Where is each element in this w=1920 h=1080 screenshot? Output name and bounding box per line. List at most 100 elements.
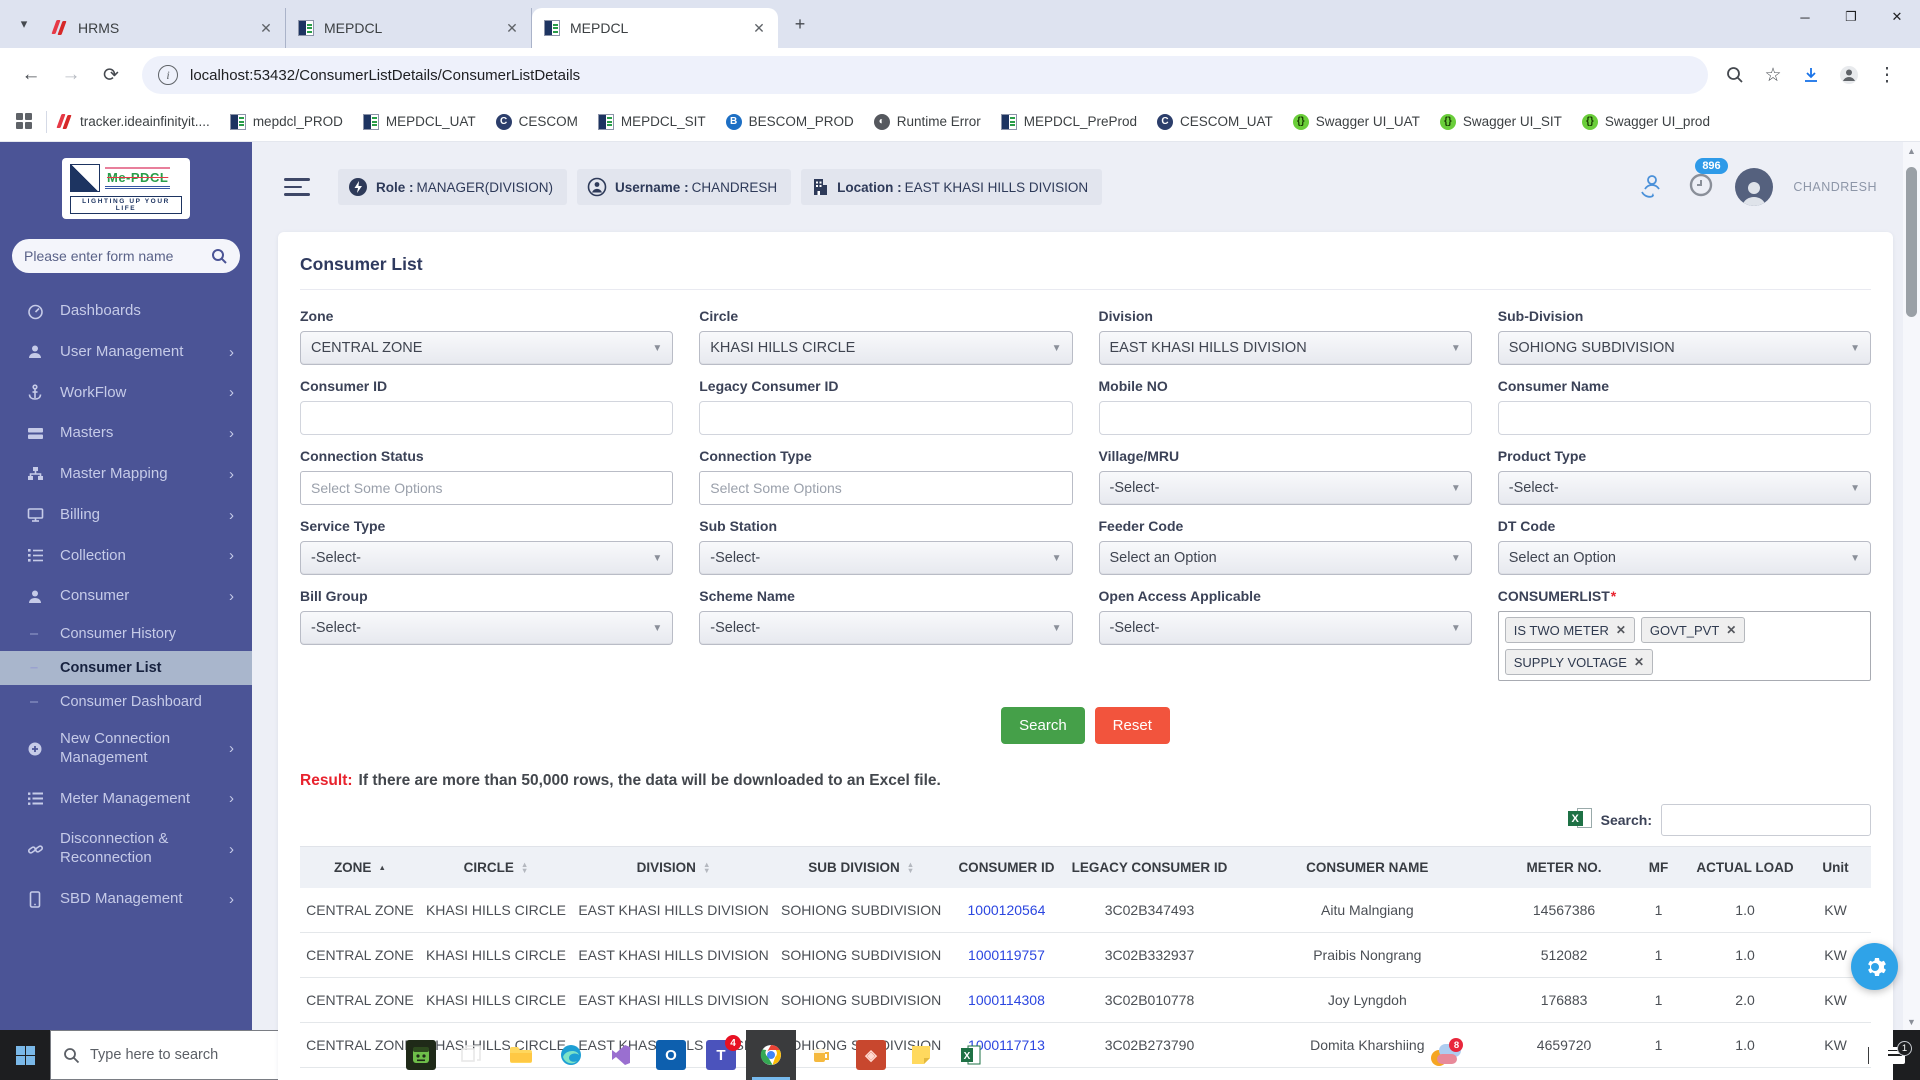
consumer-id-link[interactable]: 1000119757 xyxy=(947,933,1065,978)
sidebar-item-meter-management[interactable]: Meter Management› xyxy=(0,779,252,820)
scroll-up-icon[interactable]: ▲ xyxy=(1903,142,1920,159)
consumer-id-input[interactable] xyxy=(300,401,673,435)
tab-search-chevron-icon[interactable]: ▾ xyxy=(8,8,40,40)
close-window-button[interactable]: ✕ xyxy=(1874,0,1920,34)
teams-button[interactable]: T4 xyxy=(696,1030,746,1080)
zoom-icon[interactable] xyxy=(1718,58,1752,92)
bookmark-item[interactable]: MEPDCL_UAT xyxy=(363,114,476,130)
col-meter-no[interactable]: METER NO. xyxy=(1501,847,1627,889)
bookmark-item[interactable]: CCESCOM xyxy=(496,114,578,130)
sidebar-item-master-mapping[interactable]: Master Mapping› xyxy=(0,454,252,495)
sub-division-select[interactable]: SOHIONG SUBDIVISION▼ xyxy=(1498,331,1871,365)
file-explorer-button[interactable] xyxy=(496,1030,546,1080)
tab-hrms[interactable]: HRMS ✕ xyxy=(40,8,286,48)
col-sub-division[interactable]: SUB DIVISION▲▼ xyxy=(775,847,948,889)
bookmark-item[interactable]: {}Swagger UI_SIT xyxy=(1440,114,1562,130)
sidebar-item-consumer[interactable]: Consumer› xyxy=(0,576,252,617)
sidebar-item-billing[interactable]: Billing› xyxy=(0,495,252,536)
weather-widget[interactable]: 8 24°C Partly cloudy xyxy=(1419,1042,1606,1068)
open-access-select[interactable]: -Select-▼ xyxy=(1099,611,1472,645)
table-search-input[interactable] xyxy=(1661,804,1871,836)
zone-select[interactable]: CENTRAL ZONE▼ xyxy=(300,331,673,365)
scroll-down-icon[interactable]: ▼ xyxy=(1903,1013,1920,1030)
bookmark-item[interactable]: MEPDCL_PreProd xyxy=(1001,114,1137,130)
col-mf[interactable]: MF xyxy=(1627,847,1690,889)
start-button[interactable] xyxy=(0,1030,50,1080)
bill-group-select[interactable]: -Select-▼ xyxy=(300,611,673,645)
forward-icon[interactable]: → xyxy=(54,58,88,92)
remove-tag-icon[interactable]: ✕ xyxy=(1634,655,1644,669)
session-timer[interactable]: 896 xyxy=(1687,171,1715,204)
legacy-consumer-id-input[interactable] xyxy=(699,401,1072,435)
search-button[interactable]: Search xyxy=(1001,707,1085,744)
taskbar-app-amber[interactable] xyxy=(796,1030,846,1080)
scheme-name-select[interactable]: -Select-▼ xyxy=(699,611,1072,645)
dt-code-select[interactable]: Select an Option▼ xyxy=(1498,541,1871,575)
bookmark-item[interactable]: ◐Runtime Error xyxy=(874,114,981,130)
taskbar-app-assistant[interactable] xyxy=(396,1030,446,1080)
sub-station-select[interactable]: -Select-▼ xyxy=(699,541,1072,575)
bookmark-item[interactable]: CCESCOM_UAT xyxy=(1157,114,1273,130)
reset-button[interactable]: Reset xyxy=(1095,707,1170,744)
bookmark-item[interactable]: {}Swagger UI_prod xyxy=(1582,114,1710,130)
sidebar-item-workflow[interactable]: WorkFlow› xyxy=(0,373,252,414)
col-legacy-consumer-id[interactable]: LEGACY CONSUMER ID xyxy=(1065,847,1233,889)
form-name-search-input[interactable] xyxy=(24,248,211,264)
col-unit[interactable]: Unit xyxy=(1800,847,1871,889)
download-icon[interactable] xyxy=(1794,58,1828,92)
scrollbar-thumb[interactable] xyxy=(1906,167,1917,317)
sidebar-item-consumer-list[interactable]: –Consumer List xyxy=(0,651,252,685)
consumerlist-multiselect[interactable]: IS TWO METER✕ GOVT_PVT✕ SUPPLY VOLTAGE✕ xyxy=(1498,611,1871,681)
task-view-button[interactable] xyxy=(446,1030,496,1080)
visual-studio-button[interactable] xyxy=(596,1030,646,1080)
bookmark-item[interactable]: {}Swagger UI_UAT xyxy=(1293,114,1420,130)
product-type-select[interactable]: -Select-▼ xyxy=(1498,471,1871,505)
col-division[interactable]: DIVISION▲▼ xyxy=(572,847,775,889)
consumer-id-link[interactable]: 1000120564 xyxy=(947,888,1065,933)
consumer-id-link[interactable]: 1000114308 xyxy=(947,978,1065,1023)
col-actual-load[interactable]: ACTUAL LOAD xyxy=(1690,847,1800,889)
bookmark-item[interactable]: mepdcl_PROD xyxy=(230,114,343,130)
connection-type-multiselect[interactable] xyxy=(699,471,1072,505)
remove-tag-icon[interactable]: ✕ xyxy=(1616,623,1626,637)
col-consumer-id[interactable]: CONSUMER ID xyxy=(947,847,1065,889)
connection-status-multiselect[interactable] xyxy=(300,471,673,505)
back-icon[interactable]: ← xyxy=(14,58,48,92)
sidebar-item-disconnection-reconnection[interactable]: Disconnection & Reconnection› xyxy=(0,819,252,879)
sidebar-item-new-connection-management[interactable]: New Connection Management› xyxy=(0,719,252,779)
sidebar-item-consumer-dashboard[interactable]: –Consumer Dashboard xyxy=(0,685,252,719)
bookmark-item[interactable]: BBESCOM_PROD xyxy=(726,114,854,130)
address-bar[interactable]: i localhost:53432/ConsumerListDetails/Co… xyxy=(142,56,1708,94)
consumer-name-input[interactable] xyxy=(1498,401,1871,435)
taskbar-app-red[interactable]: ◈ xyxy=(846,1030,896,1080)
hamburger-menu-icon[interactable] xyxy=(284,173,310,201)
bookmark-star-icon[interactable]: ☆ xyxy=(1756,58,1790,92)
switch-user-icon[interactable] xyxy=(1637,170,1667,205)
minimize-button[interactable]: ─ xyxy=(1782,0,1828,34)
edge-button[interactable] xyxy=(546,1030,596,1080)
mobile-no-input[interactable] xyxy=(1099,401,1472,435)
sidebar-item-collection[interactable]: Collection› xyxy=(0,536,252,577)
new-tab-button[interactable]: + xyxy=(786,10,814,38)
sidebar-item-masters[interactable]: Masters› xyxy=(0,413,252,454)
col-circle[interactable]: CIRCLE▲▼ xyxy=(420,847,572,889)
bookmark-item[interactable]: tracker.ideainfinityit.... xyxy=(57,114,210,130)
bookmark-item[interactable]: MEPDCL_SIT xyxy=(598,114,706,130)
division-select[interactable]: EAST KHASI HILLS DIVISION▼ xyxy=(1099,331,1472,365)
circle-select[interactable]: KHASI HILLS CIRCLE▼ xyxy=(699,331,1072,365)
profile-icon[interactable] xyxy=(1832,58,1866,92)
service-type-select[interactable]: -Select-▼ xyxy=(300,541,673,575)
profile-name[interactable]: CHANDRESH xyxy=(1793,180,1877,194)
settings-fab-button[interactable] xyxy=(1851,943,1898,990)
browser-scrollbar[interactable]: ▲ ▼ xyxy=(1903,142,1920,1030)
excel-export-icon[interactable]: X xyxy=(1568,808,1592,832)
sidebar-item-user-management[interactable]: User Management› xyxy=(0,332,252,373)
sticky-notes-button[interactable] xyxy=(896,1030,946,1080)
sidebar-item-consumer-history[interactable]: –Consumer History xyxy=(0,617,252,651)
outlook-button[interactable]: O xyxy=(646,1030,696,1080)
excel-button[interactable]: X xyxy=(946,1030,996,1080)
col-consumer-name[interactable]: CONSUMER NAME xyxy=(1234,847,1502,889)
tab-close-icon[interactable]: ✕ xyxy=(503,19,521,37)
tab-close-icon[interactable]: ✕ xyxy=(750,19,768,37)
feeder-code-select[interactable]: Select an Option▼ xyxy=(1099,541,1472,575)
